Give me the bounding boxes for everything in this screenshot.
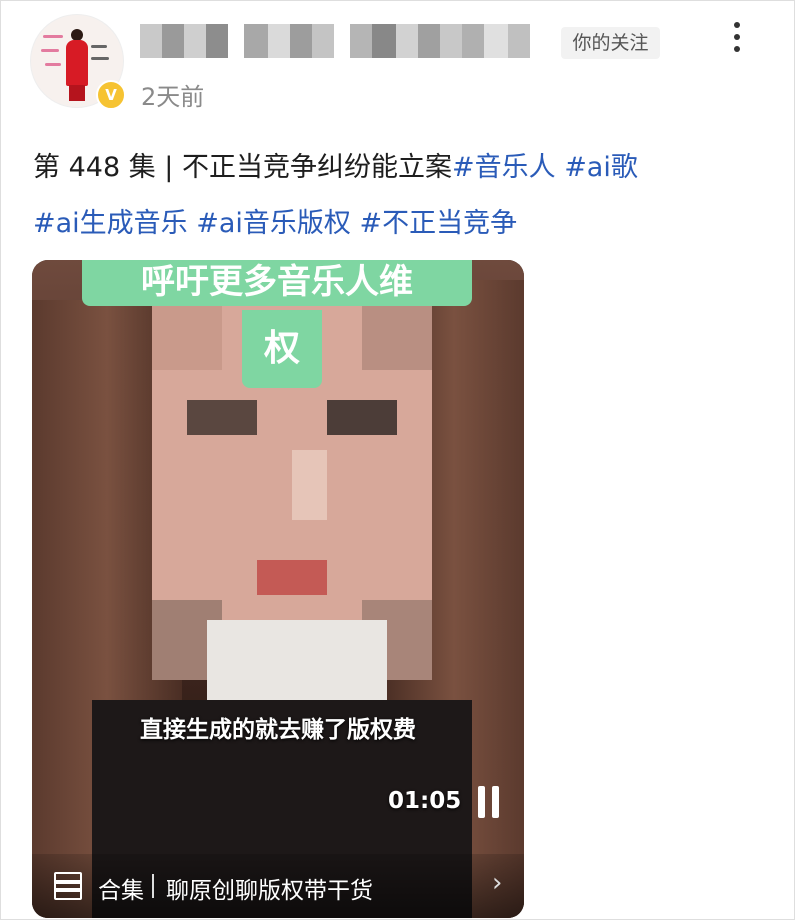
video-duration: 01:05: [388, 788, 462, 814]
chevron-right-icon: ›: [492, 868, 503, 898]
pause-icon[interactable]: [478, 786, 500, 818]
verified-badge-icon: V: [96, 80, 126, 110]
post-timestamp: 2天前: [141, 83, 205, 111]
hashtag[interactable]: #不正当竞争: [360, 208, 518, 239]
hashtag[interactable]: #ai音乐版权: [196, 208, 351, 239]
post-text: 第 448 集 | 不正当竞争纠纷能立案#音乐人 #ai歌 #ai生成音乐 #a…: [33, 140, 753, 252]
hashtag[interactable]: #ai生成音乐: [33, 208, 188, 239]
video-player[interactable]: 呼吁更多音乐人维 权 直接生成的就去赚了版权费 01:05 合集 聊原创聊版权带…: [32, 260, 524, 918]
collection-name: 聊原创聊版权带干货: [166, 878, 373, 904]
collection-label: 合集: [98, 878, 144, 904]
more-vertical-icon[interactable]: [730, 22, 744, 58]
hashtag[interactable]: #ai歌: [564, 152, 638, 183]
video-banner-text: 呼吁更多音乐人维: [82, 260, 472, 306]
post-text-plain: 第 448 集 | 不正当竞争纠纷能立案: [33, 152, 452, 183]
following-button[interactable]: 你的关注: [561, 27, 660, 59]
collection-bar[interactable]: 合集 聊原创聊版权带干货 ›: [32, 854, 524, 918]
hashtag[interactable]: #音乐人: [452, 152, 556, 183]
video-subtitle: 直接生成的就去赚了版权费: [140, 717, 416, 743]
username-blurred[interactable]: [140, 24, 530, 58]
stack-icon: [52, 870, 82, 900]
video-banner-text-2: 权: [242, 310, 322, 388]
